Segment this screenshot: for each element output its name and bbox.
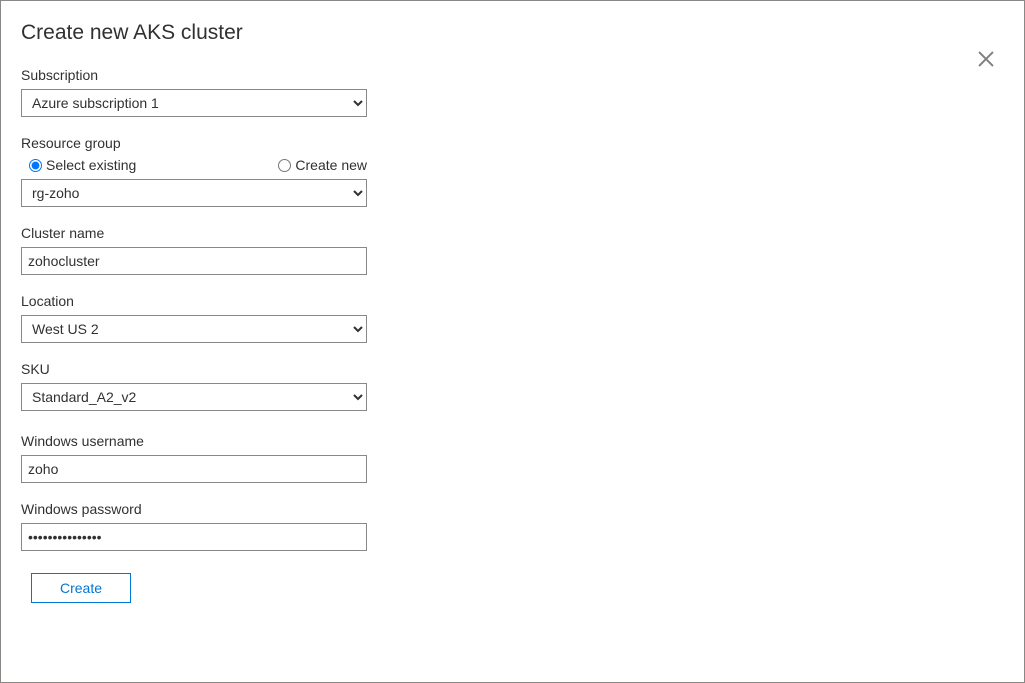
win-username-input[interactable] xyxy=(21,455,367,483)
subscription-group: Subscription Azure subscription 1 xyxy=(21,67,367,117)
radio-new-input[interactable] xyxy=(278,159,291,172)
sku-select[interactable]: Standard_A2_v2 xyxy=(21,383,367,411)
resource-group-label: Resource group xyxy=(21,135,367,151)
win-username-label: Windows username xyxy=(21,433,367,449)
radio-existing-label[interactable]: Select existing xyxy=(46,157,136,173)
resource-group-select[interactable]: rg-zoho xyxy=(21,179,367,207)
win-password-label: Windows password xyxy=(21,501,367,517)
win-username-group: Windows username xyxy=(21,433,367,483)
subscription-label: Subscription xyxy=(21,67,367,83)
win-password-group: Windows password xyxy=(21,501,367,551)
close-button[interactable] xyxy=(970,43,1002,75)
close-icon xyxy=(975,48,997,70)
create-aks-dialog: Create new AKS cluster Subscription Azur… xyxy=(0,0,1025,683)
radio-select-existing[interactable]: Select existing xyxy=(29,157,278,173)
sku-label: SKU xyxy=(21,361,367,377)
location-label: Location xyxy=(21,293,367,309)
subscription-select[interactable]: Azure subscription 1 xyxy=(21,89,367,117)
sku-group: SKU Standard_A2_v2 xyxy=(21,361,367,411)
resource-group-group: Resource group Select existing Create ne… xyxy=(21,135,367,207)
cluster-name-input[interactable] xyxy=(21,247,367,275)
location-group: Location West US 2 xyxy=(21,293,367,343)
dialog-title: Create new AKS cluster xyxy=(21,21,1004,45)
radio-new-label[interactable]: Create new xyxy=(295,157,367,173)
resource-group-radio-row: Select existing Create new xyxy=(21,157,367,173)
win-password-input[interactable] xyxy=(21,523,367,551)
radio-create-new[interactable]: Create new xyxy=(278,157,367,173)
radio-existing-input[interactable] xyxy=(29,159,42,172)
cluster-name-group: Cluster name xyxy=(21,225,367,275)
cluster-name-label: Cluster name xyxy=(21,225,367,241)
location-select[interactable]: West US 2 xyxy=(21,315,367,343)
create-button[interactable]: Create xyxy=(31,573,131,603)
